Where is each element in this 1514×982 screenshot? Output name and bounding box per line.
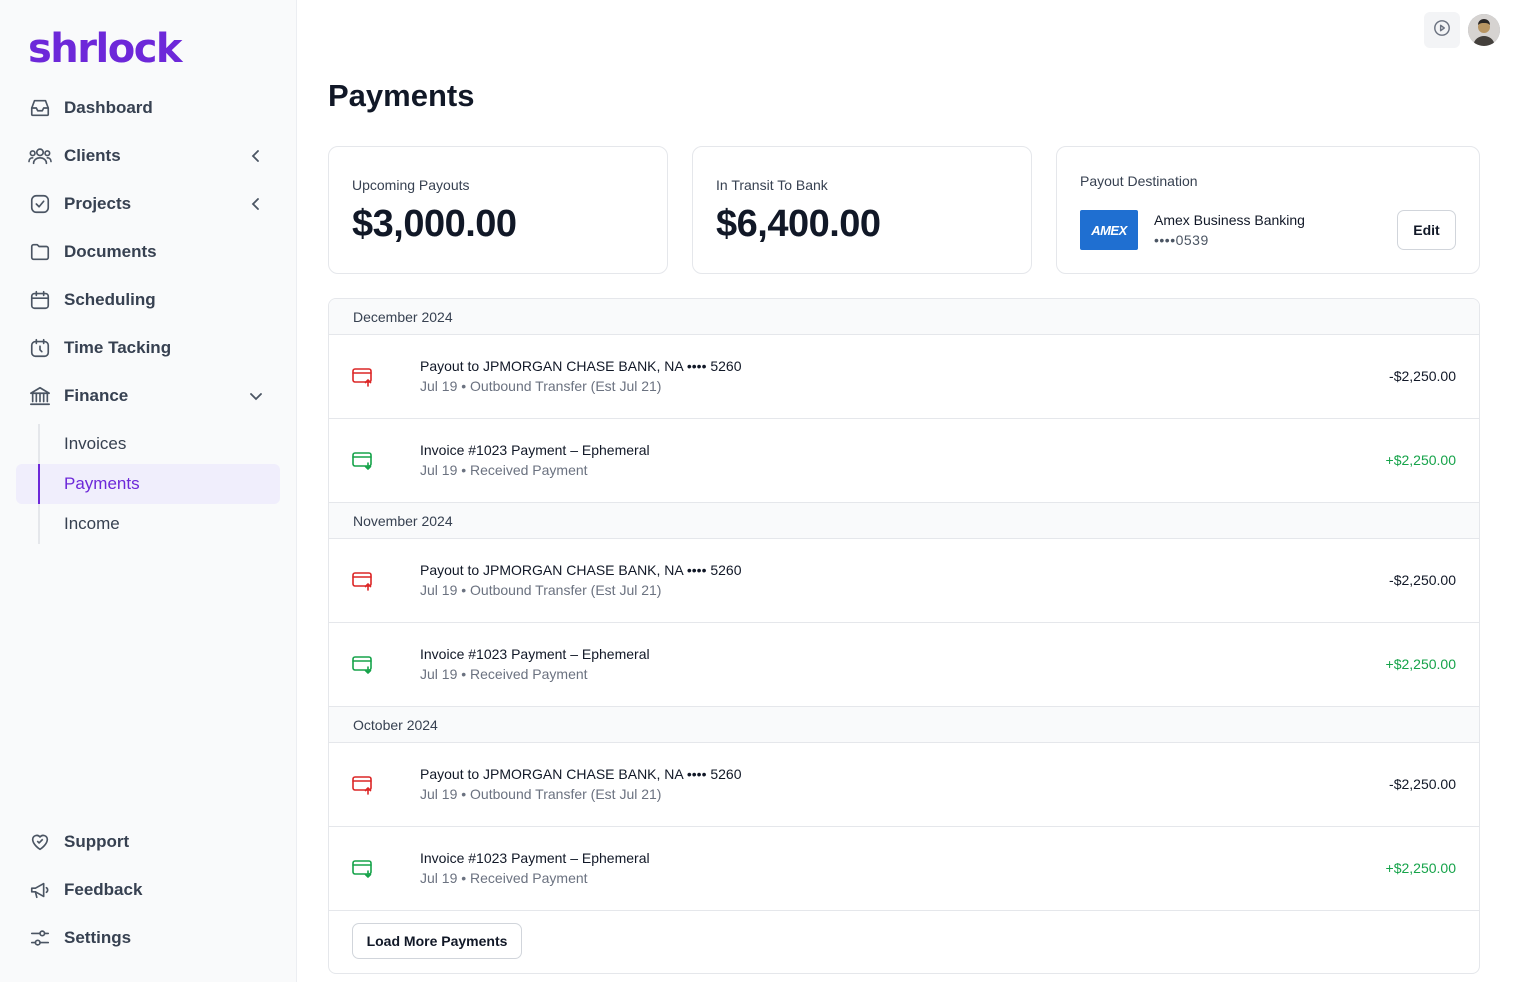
payment-subtitle: Jul 19 • Received Payment — [420, 462, 588, 478]
sidebar-item-feedback[interactable]: Feedback — [16, 866, 280, 914]
finance-subnav: Invoices Payments Income — [16, 420, 280, 544]
payment-title: Payout to JPMORGAN CHASE BANK, NA •••• 5… — [420, 358, 742, 374]
avatar[interactable] — [1468, 14, 1500, 46]
sidebar-item-invoices[interactable]: Invoices — [38, 424, 280, 464]
card-label: Payout Destination — [1080, 173, 1198, 189]
sidebar-item-dashboard[interactable]: Dashboard — [16, 84, 280, 132]
sidebar-item-label: Finance — [64, 386, 129, 405]
payment-subtitle: Jul 19 • Outbound Transfer (Est Jul 21) — [420, 582, 662, 598]
sidebar-item-label: Scheduling — [64, 290, 156, 309]
heart-handshake-icon — [28, 830, 52, 854]
amex-logo: AMEX — [1080, 210, 1138, 250]
sidebar-item-income[interactable]: Income — [38, 504, 280, 544]
sidebar-item-label: Support — [64, 832, 130, 851]
sidebar-item-finance[interactable]: Finance — [16, 372, 280, 420]
card-outbound-icon — [351, 367, 375, 387]
payment-subtitle: Jul 19 • Received Payment — [420, 870, 588, 886]
payment-subtitle: Jul 19 • Outbound Transfer (Est Jul 21) — [420, 378, 662, 394]
payment-amount: +$2,250.00 — [1385, 452, 1456, 468]
page-title: Payments — [328, 78, 475, 113]
payment-title: Payout to JPMORGAN CHASE BANK, NA •••• 5… — [420, 562, 742, 578]
payment-title: Invoice #1023 Payment – Ephemeral — [420, 442, 650, 458]
payment-title: Invoice #1023 Payment – Ephemeral — [420, 850, 650, 866]
payment-amount: -$2,250.00 — [1389, 776, 1456, 792]
payment-subtitle: Jul 19 • Received Payment — [420, 666, 588, 682]
month-header: December 2024 — [329, 299, 1479, 335]
users-icon — [28, 144, 52, 168]
chevron-down-icon[interactable] — [246, 386, 266, 406]
sidebar-item-label: Dashboard — [64, 98, 153, 117]
payments-list: December 2024 Payout to JPMORGAN CHASE BA… — [328, 298, 1480, 974]
payment-title: Payout to JPMORGAN CHASE BANK, NA •••• 5… — [420, 766, 742, 782]
payment-row[interactable]: Invoice #1023 Payment – Ephemeral Jul 19 … — [329, 623, 1479, 707]
sidebar-item-label: Projects — [64, 194, 132, 213]
card-label: In Transit To Bank — [716, 177, 828, 193]
play-button[interactable] — [1424, 12, 1460, 48]
sidebar-item-label: Time Tacking — [64, 338, 172, 357]
payment-amount: +$2,250.00 — [1385, 860, 1456, 876]
sidebar-item-documents[interactable]: Documents — [16, 228, 280, 276]
load-more-button[interactable]: Load More Payments — [352, 923, 522, 959]
sidebar-item-label: Documents — [64, 242, 157, 261]
month-header: November 2024 — [329, 503, 1479, 539]
payment-amount: -$2,250.00 — [1389, 572, 1456, 588]
card-inbound-icon — [351, 655, 375, 675]
card-inbound-icon — [351, 451, 375, 471]
payout-destination-card: Payout Destination AMEX Amex Business Ba… — [1056, 146, 1480, 274]
card-label: Upcoming Payouts — [352, 177, 470, 193]
payment-row[interactable]: Payout to JPMORGAN CHASE BANK, NA •••• 5… — [329, 539, 1479, 623]
account-number: ••••0539 — [1154, 232, 1209, 248]
sidebar-item-label: Feedback — [64, 880, 143, 899]
folder-icon — [28, 240, 52, 264]
payment-row[interactable]: Invoice #1023 Payment – Ephemeral Jul 19 … — [329, 827, 1479, 911]
sidebar: shrlock Dashboard Clients Projects Docum… — [0, 0, 297, 982]
chevron-left-icon[interactable] — [246, 194, 266, 214]
payment-subtitle: Jul 19 • Outbound Transfer (Est Jul 21) — [420, 786, 662, 802]
card-inbound-icon — [351, 859, 375, 879]
inbox-icon — [28, 96, 52, 120]
sliders-icon — [28, 926, 52, 950]
bank-icon — [28, 384, 52, 408]
sidebar-item-projects[interactable]: Projects — [16, 180, 280, 228]
main-nav: Dashboard Clients Projects Documents Sch… — [16, 84, 280, 544]
payment-title: Invoice #1023 Payment – Ephemeral — [420, 646, 650, 662]
megaphone-icon — [28, 878, 52, 902]
card-value: $3,000.00 — [352, 203, 517, 245]
sidebar-item-time-tracking[interactable]: Time Tacking — [16, 324, 280, 372]
chevron-left-icon[interactable] — [246, 146, 266, 166]
month-header: October 2024 — [329, 707, 1479, 743]
load-more-section: Load More Payments — [329, 911, 1479, 973]
sidebar-item-scheduling[interactable]: Scheduling — [16, 276, 280, 324]
payment-row[interactable]: Invoice #1023 Payment – Ephemeral Jul 19 … — [329, 419, 1479, 503]
sidebar-item-payments[interactable]: Payments — [16, 464, 280, 504]
upcoming-payouts-card: Upcoming Payouts $3,000.00 — [328, 146, 668, 274]
card-outbound-icon — [351, 775, 375, 795]
check-square-icon — [28, 192, 52, 216]
calendar-icon — [28, 288, 52, 312]
payment-amount: -$2,250.00 — [1389, 368, 1456, 384]
card-value: $6,400.00 — [716, 203, 881, 245]
payment-amount: +$2,250.00 — [1385, 656, 1456, 672]
bottom-nav: Support Feedback Settings — [16, 818, 280, 962]
timer-icon — [28, 336, 52, 360]
edit-destination-button[interactable]: Edit — [1397, 210, 1456, 250]
card-outbound-icon — [351, 571, 375, 591]
sidebar-item-support[interactable]: Support — [16, 818, 280, 866]
sidebar-item-label: Settings — [64, 928, 132, 947]
payment-row[interactable]: Payout to JPMORGAN CHASE BANK, NA •••• 5… — [329, 335, 1479, 419]
sidebar-item-settings[interactable]: Settings — [16, 914, 280, 962]
bank-name: Amex Business Banking — [1154, 212, 1305, 228]
app-logo[interactable]: shrlock — [28, 26, 183, 72]
in-transit-card: In Transit To Bank $6,400.00 — [692, 146, 1032, 274]
sidebar-item-clients[interactable]: Clients — [16, 132, 280, 180]
sidebar-item-label: Clients — [64, 146, 121, 165]
payment-row[interactable]: Payout to JPMORGAN CHASE BANK, NA •••• 5… — [329, 743, 1479, 827]
play-circle-icon — [1433, 19, 1451, 42]
